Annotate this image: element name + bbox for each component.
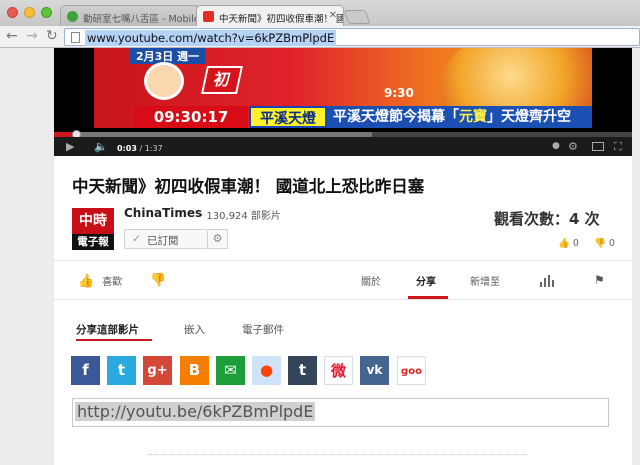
tab-add-to[interactable]: 新增至 [470, 273, 500, 288]
like-button[interactable]: 👍 喜歡 [78, 273, 122, 289]
divider [54, 260, 632, 261]
tumblr-share-icon[interactable]: t [288, 356, 317, 385]
channel-name-link[interactable]: ChinaTimes [124, 206, 202, 220]
browser-tab-1[interactable]: 動研室七嘴八舌區 - Mobile0 [60, 5, 200, 26]
browser-tab-title: 中天新聞》初四收假車潮！ 國 [219, 14, 344, 25]
minimize-window-button[interactable] [24, 7, 35, 18]
channel-avatar[interactable]: 中時 電子報 [72, 208, 114, 250]
stats-bar [544, 278, 546, 287]
play-icon[interactable]: ▶ [66, 140, 74, 153]
stats-bar [548, 275, 550, 287]
weibo-share-icon[interactable]: 微 [324, 356, 353, 385]
frame-ticker: 平溪天燈節今揭幕「元寶」天燈齊升空 [327, 106, 592, 128]
page-icon [71, 32, 80, 43]
reddit-share-icon[interactable]: ● [252, 356, 281, 385]
fullscreen-icon[interactable]: ⛶ [614, 140, 622, 153]
wechat-share-icon[interactable]: ✉ [216, 356, 245, 385]
twitter-share-icon[interactable]: t [107, 356, 136, 385]
time-display: 0:03 / 1:37 [117, 142, 163, 155]
avatar-top-text: 中時 [79, 213, 107, 229]
channel-video-count: · 130,924 部影片 [200, 211, 281, 222]
theater-mode-icon[interactable] [592, 142, 604, 151]
divider [54, 299, 632, 300]
reload-icon[interactable]: ↻ [46, 29, 58, 43]
forward-arrow-icon[interactable]: → [26, 29, 38, 43]
current-time: 0:03 [117, 144, 137, 153]
subtab-share-video[interactable]: 分享這部影片 [76, 322, 139, 337]
settings-gear-icon[interactable]: ⚙ [568, 140, 578, 153]
url-text[interactable]: www.youtube.com/watch?v=6kPZBmPlpdE [85, 30, 337, 46]
browser-toolbar: ← → ↻ www.youtube.com/watch?v=6kPZBmPlpd… [0, 26, 640, 48]
ticker-text-1: 平溪天燈節今揭幕「 [333, 109, 459, 125]
avatar-bottom-text: 電子報 [72, 234, 114, 250]
thumb-down-icon: 👎 [150, 273, 167, 288]
share-url-field[interactable]: http://youtu.be/6kPZBmPlpdE [72, 398, 609, 427]
youtube-page: 2月3日 週一 初 9:30 09:30:17 平溪天燈 平溪天燈節今揭幕「元寶… [54, 48, 632, 465]
dislike-count: 👎 0 [594, 238, 615, 249]
stats-bar [540, 282, 542, 287]
dislike-button[interactable]: 👎 [150, 273, 166, 288]
dislike-count-value: 0 [608, 238, 615, 249]
ticker-text-2: 」天燈齊升空 [487, 109, 571, 125]
like-label: 喜歡 [102, 277, 123, 288]
close-window-button[interactable] [7, 7, 18, 18]
stats-bar [552, 280, 554, 287]
frame-timestamp: 09:30:17 [134, 106, 248, 128]
frame-mascot [144, 62, 184, 100]
video-frame[interactable]: 2月3日 週一 初 9:30 09:30:17 平溪天燈 平溪天燈節今揭幕「元寶… [94, 48, 592, 128]
subscribed-label: 已訂閱 [147, 235, 179, 247]
share-url-text[interactable]: http://youtu.be/6kPZBmPlpdE [75, 402, 316, 421]
browser-titlebar: 動研室七嘴八舌區 - Mobile0 中天新聞》初四收假車潮！ 國 ✕ [0, 0, 640, 26]
report-flag-icon[interactable]: ⚑ [594, 273, 605, 287]
youtube-favicon-icon [203, 11, 214, 22]
thumb-up-small-icon: 👍 [558, 238, 570, 249]
frame-clock: 9:30 [384, 86, 414, 100]
frame-ticker-tag: 平溪天燈 [249, 106, 327, 128]
goo-share-icon[interactable]: goo [397, 356, 426, 385]
ticker-text-highlight: 元寶 [459, 109, 487, 125]
subtab-embed[interactable]: 嵌入 [184, 322, 205, 337]
blogger-share-icon[interactable]: B [180, 356, 209, 385]
subtab-indicator [76, 339, 152, 341]
facebook-share-icon[interactable]: f [71, 356, 100, 385]
duration: / 1:37 [136, 144, 163, 153]
view-count: 觀看次數：4 次 [494, 210, 600, 228]
zoom-window-button[interactable] [41, 7, 52, 18]
volume-icon[interactable]: 🔈 [94, 140, 108, 153]
checkmark-icon: ✓ [132, 232, 142, 245]
like-count: 👍 0 [558, 238, 579, 249]
tab-about[interactable]: 關於 [361, 273, 381, 288]
frame-logo: 初 [201, 66, 243, 94]
dotted-divider [148, 454, 528, 455]
annotations-icon[interactable]: ● [552, 140, 560, 153]
browser-tab-2[interactable]: 中天新聞》初四收假車潮！ 國 ✕ [196, 5, 344, 26]
address-bar[interactable]: www.youtube.com/watch?v=6kPZBmPlpdE [64, 28, 640, 46]
thumb-down-small-icon: 👎 [594, 238, 606, 249]
subscription-settings-gear-icon[interactable]: ⚙ [208, 229, 228, 249]
page-gutter-left [0, 48, 54, 465]
video-player[interactable]: 2月3日 週一 初 9:30 09:30:17 平溪天燈 平溪天燈節今揭幕「元寶… [54, 48, 632, 156]
close-tab-icon[interactable]: ✕ [329, 10, 337, 21]
thumb-up-icon: 👍 [78, 274, 95, 289]
tab-share[interactable]: 分享 [416, 273, 436, 288]
back-arrow-icon[interactable]: ← [6, 29, 18, 43]
browser-tab-title: 動研室七嘴八舌區 - Mobile0 [83, 14, 200, 25]
subscribed-button[interactable]: ✓ 已訂閱 [124, 229, 208, 249]
player-controls: ▶ 🔈 0:03 / 1:37 ● ⚙ ⛶ [54, 137, 632, 156]
subtab-email[interactable]: 電子郵件 [242, 322, 284, 337]
page-gutter-right [632, 48, 640, 465]
vk-share-icon[interactable]: vk [360, 356, 389, 385]
google-plus-share-icon[interactable]: g+ [143, 356, 172, 385]
statistics-icon[interactable] [540, 275, 554, 287]
like-count-value: 0 [572, 238, 579, 249]
video-title: 中天新聞》初四收假車潮！ 國道北上恐比昨日塞 [72, 177, 425, 196]
forum-favicon-icon [67, 11, 78, 22]
new-tab-button[interactable] [343, 10, 371, 24]
